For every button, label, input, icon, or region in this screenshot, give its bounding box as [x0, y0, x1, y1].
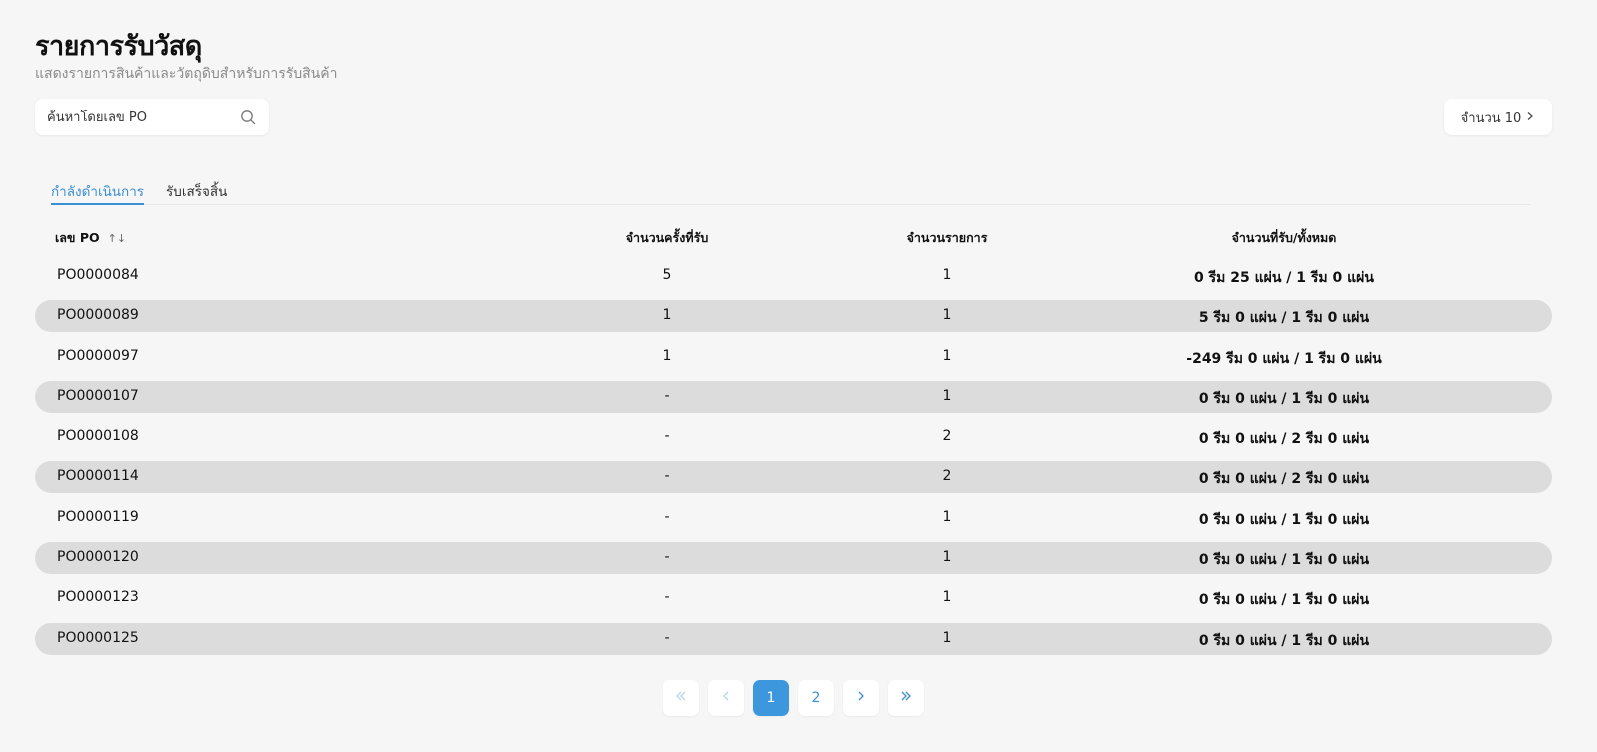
cell-received-total: 0 รีม 0 แผ่น / 1 รีม 0 แผ่น — [1198, 390, 1370, 407]
cell-received-total: 0 รีม 0 แผ่น / 1 รีม 0 แผ่น — [1198, 552, 1370, 569]
cell-received-total: 0 รีม 0 แผ่น / 1 รีม 0 แผ่น — [1198, 511, 1370, 528]
table-row[interactable]: PO0000107 - 1 0 รีม 0 แผ่น / 1 รีม 0 แผ่น — [35, 380, 1552, 413]
cell-receive-times: 1 — [662, 307, 672, 324]
chevron-right-icon — [1525, 110, 1535, 125]
cell-item-count: 1 — [942, 347, 952, 364]
cell-po: PO0000097 — [57, 347, 139, 364]
cell-po: PO0000084 — [57, 267, 139, 283]
cell-po: PO0000125 — [57, 629, 139, 646]
cell-received-total: 0 รีม 25 แผ่น / 1 รีม 0 แผ่น — [1194, 270, 1374, 286]
cell-po: PO0000119 — [57, 508, 139, 525]
table-row[interactable]: PO0000125 - 1 0 รีม 0 แผ่น / 1 รีม 0 แผ่น — [35, 622, 1552, 655]
cell-receive-times: - — [664, 589, 670, 606]
tab-in-progress[interactable]: กำลังดำเนินการ — [51, 180, 145, 205]
cell-po: PO0000123 — [57, 589, 139, 606]
sort-icon[interactable]: ↑↓ — [108, 232, 126, 245]
column-header-po[interactable]: เลข PO ↑↓ — [55, 228, 126, 248]
cell-item-count: 1 — [942, 549, 952, 566]
status-tabs: กำลังดำเนินการ รับเสร็จสิ้น — [51, 180, 1531, 205]
table-body: PO0000084 5 1 0 รีม 25 แผ่น / 1 รีม 0 แผ่น … — [35, 260, 1552, 663]
table-row[interactable]: PO0000120 - 1 0 รีม 0 แผ่น / 1 รีม 0 แผ่น — [35, 542, 1552, 575]
cell-receive-times: - — [664, 629, 670, 646]
cell-item-count: 1 — [942, 589, 952, 606]
last-page-button[interactable] — [888, 680, 924, 716]
page-subtitle: แสดงรายการสินค้าและวัตถุดิบสำหรับการรับส… — [35, 66, 338, 82]
cell-receive-times: 1 — [662, 347, 672, 364]
cell-received-total: 5 รีม 0 แผ่น / 1 รีม 0 แผ่น — [1198, 310, 1370, 327]
cell-received-total: 0 รีม 0 แผ่น / 1 รีม 0 แผ่น — [1198, 632, 1370, 649]
cell-receive-times: - — [664, 387, 670, 404]
search-input[interactable] — [47, 109, 239, 125]
cell-po: PO0000108 — [57, 428, 139, 445]
tab-completed[interactable]: รับเสร็จสิ้น — [166, 180, 227, 205]
page-size-button[interactable]: จำนวน 10 — [1444, 99, 1552, 135]
prev-page-button[interactable] — [708, 680, 744, 716]
pagination: 1 2 — [663, 680, 924, 716]
cell-po: PO0000089 — [57, 307, 139, 324]
page-size-label: จำนวน 10 — [1460, 110, 1522, 126]
search-icon[interactable] — [239, 108, 257, 126]
chevron-right-icon — [855, 690, 867, 706]
table-row[interactable]: PO0000097 1 1 -249 รีม 0 แผ่น / 1 รีม 0 แผ่… — [35, 341, 1552, 373]
page-button-2[interactable]: 2 — [798, 680, 834, 716]
table-row[interactable]: PO0000119 - 1 0 รีม 0 แผ่น / 1 รีม 0 แผ่น — [35, 502, 1552, 534]
table-header: เลข PO ↑↓ จำนวนครั้งที่รับ จำนวนรายการ จำ… — [35, 224, 1552, 248]
cell-received-total: -249 รีม 0 แผ่น / 1 รีม 0 แผ่น — [1186, 350, 1382, 367]
cell-item-count: 2 — [942, 428, 952, 445]
next-page-button[interactable] — [843, 680, 879, 716]
table-row[interactable]: PO0000108 - 2 0 รีม 0 แผ่น / 2 รีม 0 แผ่น — [35, 421, 1552, 453]
cell-item-count: 1 — [942, 387, 952, 404]
cell-po: PO0000114 — [57, 468, 139, 485]
double-chevron-left-icon — [675, 690, 687, 706]
cell-received-total: 0 รีม 0 แผ่น / 2 รีม 0 แผ่น — [1198, 431, 1370, 448]
receiving-page: รายการรับวัสดุ แสดงรายการสินค้าและวัตถุด… — [0, 0, 1597, 752]
cell-item-count: 1 — [942, 267, 952, 283]
search-box — [35, 99, 269, 135]
first-page-button[interactable] — [663, 680, 699, 716]
cell-item-count: 1 — [942, 508, 952, 525]
chevron-left-icon — [720, 690, 732, 706]
table-row[interactable]: PO0000089 1 1 5 รีม 0 แผ่น / 1 รีม 0 แผ่น — [35, 300, 1552, 333]
page-title: รายการรับวัสดุ — [35, 31, 202, 62]
column-header-po-label: เลข PO — [55, 230, 100, 245]
column-header-receive-times: จำนวนครั้งที่รับ — [625, 230, 709, 245]
table-row[interactable]: PO0000123 - 1 0 รีม 0 แผ่น / 1 รีม 0 แผ่น — [35, 582, 1552, 614]
table-row[interactable]: PO0000084 5 1 0 รีม 25 แผ่น / 1 รีม 0 แผ่น — [35, 260, 1552, 292]
cell-item-count: 1 — [942, 307, 952, 324]
double-chevron-right-icon — [900, 690, 912, 706]
cell-item-count: 1 — [942, 629, 952, 646]
cell-po: PO0000107 — [57, 387, 139, 404]
cell-receive-times: - — [664, 549, 670, 566]
table-row[interactable]: PO0000114 - 2 0 รีม 0 แผ่น / 2 รีม 0 แผ่น — [35, 461, 1552, 494]
cell-receive-times: - — [664, 428, 670, 445]
cell-po: PO0000120 — [57, 549, 139, 566]
cell-received-total: 0 รีม 0 แผ่น / 1 รีม 0 แผ่น — [1198, 592, 1370, 609]
page-button-1[interactable]: 1 — [753, 680, 789, 716]
cell-received-total: 0 รีม 0 แผ่น / 2 รีม 0 แผ่น — [1198, 471, 1370, 488]
cell-receive-times: - — [664, 508, 670, 525]
column-header-item-count: จำนวนรายการ — [906, 230, 988, 245]
column-header-received-total: จำนวนที่รับ/ทั้งหมด — [1231, 230, 1337, 245]
cell-receive-times: 5 — [662, 267, 672, 283]
cell-item-count: 2 — [942, 468, 952, 485]
cell-receive-times: - — [664, 468, 670, 485]
